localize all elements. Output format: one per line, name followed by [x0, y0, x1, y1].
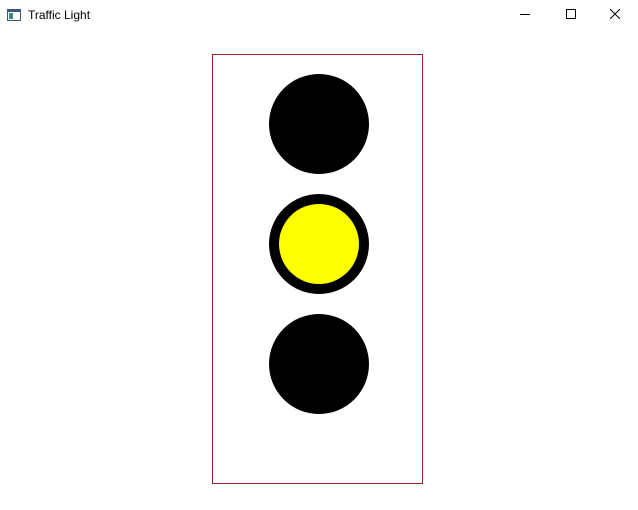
app-window: Traffic Light	[0, 0, 638, 510]
maximize-icon	[566, 6, 576, 24]
title-bar[interactable]: Traffic Light	[0, 0, 638, 30]
close-button[interactable]	[592, 0, 638, 30]
close-icon	[609, 6, 621, 24]
traffic-light-housing	[212, 54, 423, 484]
minimize-icon	[520, 6, 530, 24]
window-title: Traffic Light	[28, 8, 91, 22]
maximize-button[interactable]	[548, 0, 594, 30]
client-area	[0, 30, 638, 510]
yellow-lamp	[269, 194, 369, 294]
app-window-icon	[7, 8, 21, 21]
green-lamp	[269, 314, 369, 414]
minimize-button[interactable]	[502, 0, 548, 30]
red-lamp	[269, 74, 369, 174]
